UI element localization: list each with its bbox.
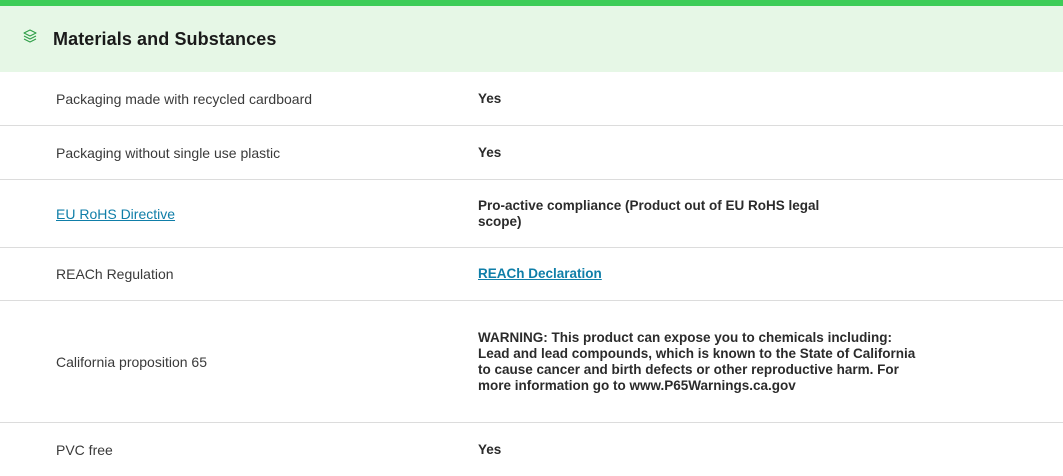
attributes-table: Packaging made with recycled cardboard Y… xyxy=(0,72,1063,476)
layers-icon xyxy=(21,27,39,45)
table-row: Packaging without single use plastic Yes xyxy=(0,126,1063,180)
table-row: Packaging made with recycled cardboard Y… xyxy=(0,72,1063,126)
table-row: California proposition 65 WARNING: This … xyxy=(0,301,1063,423)
section-header[interactable]: Materials and Substances xyxy=(0,6,1063,72)
table-row: PVC free Yes xyxy=(0,423,1063,476)
row-value: Yes xyxy=(478,90,502,106)
materials-substances-panel: Materials and Substances Packaging made … xyxy=(0,0,1063,476)
row-label: PVC free xyxy=(56,441,113,458)
row-value: WARNING: This product can expose you to … xyxy=(478,329,916,393)
row-value: REACh Declaration xyxy=(478,266,1063,282)
row-label: Packaging without single use plastic xyxy=(56,144,281,161)
row-value: Yes xyxy=(478,144,502,160)
eu-rohs-directive-link[interactable]: EU RoHS Directive xyxy=(56,206,175,222)
row-value: Yes xyxy=(478,441,502,457)
section-title: Materials and Substances xyxy=(53,28,277,49)
row-label: California proposition 65 xyxy=(56,353,207,370)
row-label: EU RoHS Directive xyxy=(0,206,478,222)
table-row: EU RoHS Directive Pro-active compliance … xyxy=(0,180,1063,248)
reach-declaration-link[interactable]: REACh Declaration xyxy=(478,266,602,281)
row-label: REACh Regulation xyxy=(56,266,174,282)
table-row: REACh Regulation REACh Declaration xyxy=(0,248,1063,301)
row-value: Pro-active compliance (Product out of EU… xyxy=(478,197,820,229)
row-label: Packaging made with recycled cardboard xyxy=(56,90,313,107)
